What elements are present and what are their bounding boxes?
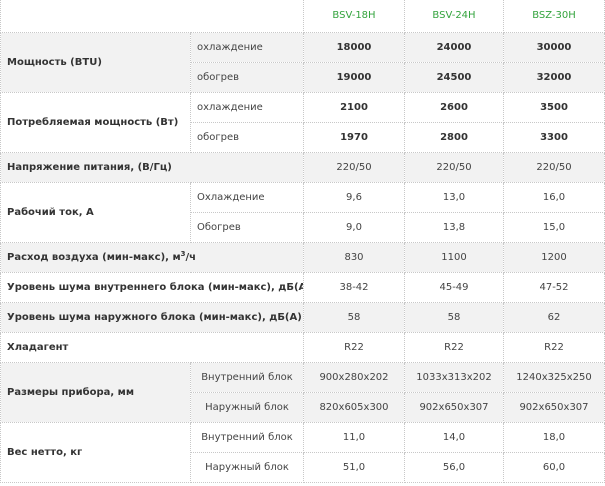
value-cell: 220/50 bbox=[404, 151, 504, 183]
value-cell: 58 bbox=[404, 301, 504, 333]
sublabel-heating: обогрев bbox=[190, 121, 304, 153]
value-cell: 16,0 bbox=[503, 181, 605, 213]
value-cell: 14,0 bbox=[404, 421, 504, 453]
value-cell: 45-49 bbox=[404, 271, 504, 303]
sublabel-indoor-unit: Внутренний блок bbox=[190, 421, 304, 453]
row-label-refrigerant: Хладагент bbox=[0, 331, 304, 363]
header-row: BSV-18H BSV-24H BSZ-30H bbox=[0, 0, 605, 33]
row-label-airflow: Расход воздуха (мин-макс), м3/ч bbox=[0, 241, 304, 273]
model-header: BSV-24H bbox=[404, 0, 504, 33]
value-cell: 1970 bbox=[303, 121, 405, 153]
row-label-power-consumption: Потребляемая мощность (Вт) bbox=[0, 91, 191, 153]
value-cell: 13,8 bbox=[404, 211, 504, 243]
sublabel-outdoor-unit: Наружный блок bbox=[190, 451, 304, 483]
value-cell: 60,0 bbox=[503, 451, 605, 483]
table-row: Расход воздуха (мин-макс), м3/ч 830 1100… bbox=[0, 241, 605, 273]
value-cell: 902x650x307 bbox=[503, 391, 605, 423]
value-cell: 9,0 bbox=[303, 211, 405, 243]
value-cell: 47-52 bbox=[503, 271, 605, 303]
table-row: Уровень шума внутреннего блока (мин-макс… bbox=[0, 271, 605, 303]
sublabel-heating: Обогрев bbox=[190, 211, 304, 243]
row-label-voltage: Напряжение питания, (В/Гц) bbox=[0, 151, 304, 183]
value-cell: R22 bbox=[503, 331, 605, 363]
value-cell: 32000 bbox=[503, 61, 605, 93]
spec-table: BSV-18H BSV-24H BSZ-30H Мощность (BTU) о… bbox=[0, 0, 605, 483]
value-cell: 1200 bbox=[503, 241, 605, 273]
table-row: Напряжение питания, (В/Гц) 220/50 220/50… bbox=[0, 151, 605, 183]
value-cell: 220/50 bbox=[303, 151, 405, 183]
sublabel-indoor-unit: Внутренний блок bbox=[190, 361, 304, 393]
table-row: Вес нетто, кг Внутренний блок 11,0 14,0 … bbox=[0, 421, 605, 483]
table-row: Размеры прибора, мм Внутренний блок 900x… bbox=[0, 361, 605, 423]
value-cell: 3500 bbox=[503, 91, 605, 123]
sublabel-cooling: Охлаждение bbox=[190, 181, 304, 213]
row-label-weight: Вес нетто, кг bbox=[0, 421, 191, 483]
value-cell: R22 bbox=[404, 331, 504, 363]
value-cell: 3300 bbox=[503, 121, 605, 153]
table-row: Рабочий ток, А Охлаждение 9,6 13,0 16,0 bbox=[0, 181, 605, 243]
value-cell: 11,0 bbox=[303, 421, 405, 453]
value-cell: 830 bbox=[303, 241, 405, 273]
value-cell: 820x605x300 bbox=[303, 391, 405, 423]
value-cell: 2800 bbox=[404, 121, 504, 153]
row-label-dimensions: Размеры прибора, мм bbox=[0, 361, 191, 423]
value-cell: 18,0 bbox=[503, 421, 605, 453]
value-cell: 13,0 bbox=[404, 181, 504, 213]
value-cell: 1240x325x250 bbox=[503, 361, 605, 393]
value-cell: 902x650x307 bbox=[404, 391, 504, 423]
value-cell: 19000 bbox=[303, 61, 405, 93]
airflow-label-text: Расход воздуха (мин-макс), м bbox=[7, 251, 181, 263]
sublabel-cooling: охлаждение bbox=[190, 91, 304, 123]
value-cell: 56,0 bbox=[404, 451, 504, 483]
row-label-power-btu: Мощность (BTU) bbox=[0, 31, 191, 93]
sublabel-outdoor-unit: Наружный блок bbox=[190, 391, 304, 423]
value-cell: 220/50 bbox=[503, 151, 605, 183]
table-row: Мощность (BTU) охлаждение 18000 24000 30… bbox=[0, 31, 605, 93]
table-row: Потребляемая мощность (Вт) охлаждение 21… bbox=[0, 91, 605, 153]
table-row: Уровень шума наружного блока (мин-макс),… bbox=[0, 301, 605, 333]
model-header: BSZ-30H bbox=[503, 0, 605, 33]
value-cell: 2600 bbox=[404, 91, 504, 123]
value-cell: 62 bbox=[503, 301, 605, 333]
value-cell: 58 bbox=[303, 301, 405, 333]
value-cell: 9,6 bbox=[303, 181, 405, 213]
value-cell: 900x280x202 bbox=[303, 361, 405, 393]
value-cell: 15,0 bbox=[503, 211, 605, 243]
row-label-noise-outdoor: Уровень шума наружного блока (мин-макс),… bbox=[0, 301, 304, 333]
value-cell: 24500 bbox=[404, 61, 504, 93]
value-cell: 2100 bbox=[303, 91, 405, 123]
value-cell: 51,0 bbox=[303, 451, 405, 483]
model-header: BSV-18H bbox=[303, 0, 405, 33]
sublabel-heating: обогрев bbox=[190, 61, 304, 93]
value-cell: 1100 bbox=[404, 241, 504, 273]
row-label-noise-indoor: Уровень шума внутреннего блока (мин-макс… bbox=[0, 271, 304, 303]
header-blank bbox=[0, 0, 304, 33]
value-cell: 1033x313x202 bbox=[404, 361, 504, 393]
row-label-current: Рабочий ток, А bbox=[0, 181, 191, 243]
value-cell: 30000 bbox=[503, 31, 605, 63]
value-cell: R22 bbox=[303, 331, 405, 363]
value-cell: 18000 bbox=[303, 31, 405, 63]
sublabel-cooling: охлаждение bbox=[190, 31, 304, 63]
value-cell: 38-42 bbox=[303, 271, 405, 303]
airflow-label-suffix: /ч bbox=[185, 251, 197, 263]
table-row: Хладагент R22 R22 R22 bbox=[0, 331, 605, 363]
value-cell: 24000 bbox=[404, 31, 504, 63]
